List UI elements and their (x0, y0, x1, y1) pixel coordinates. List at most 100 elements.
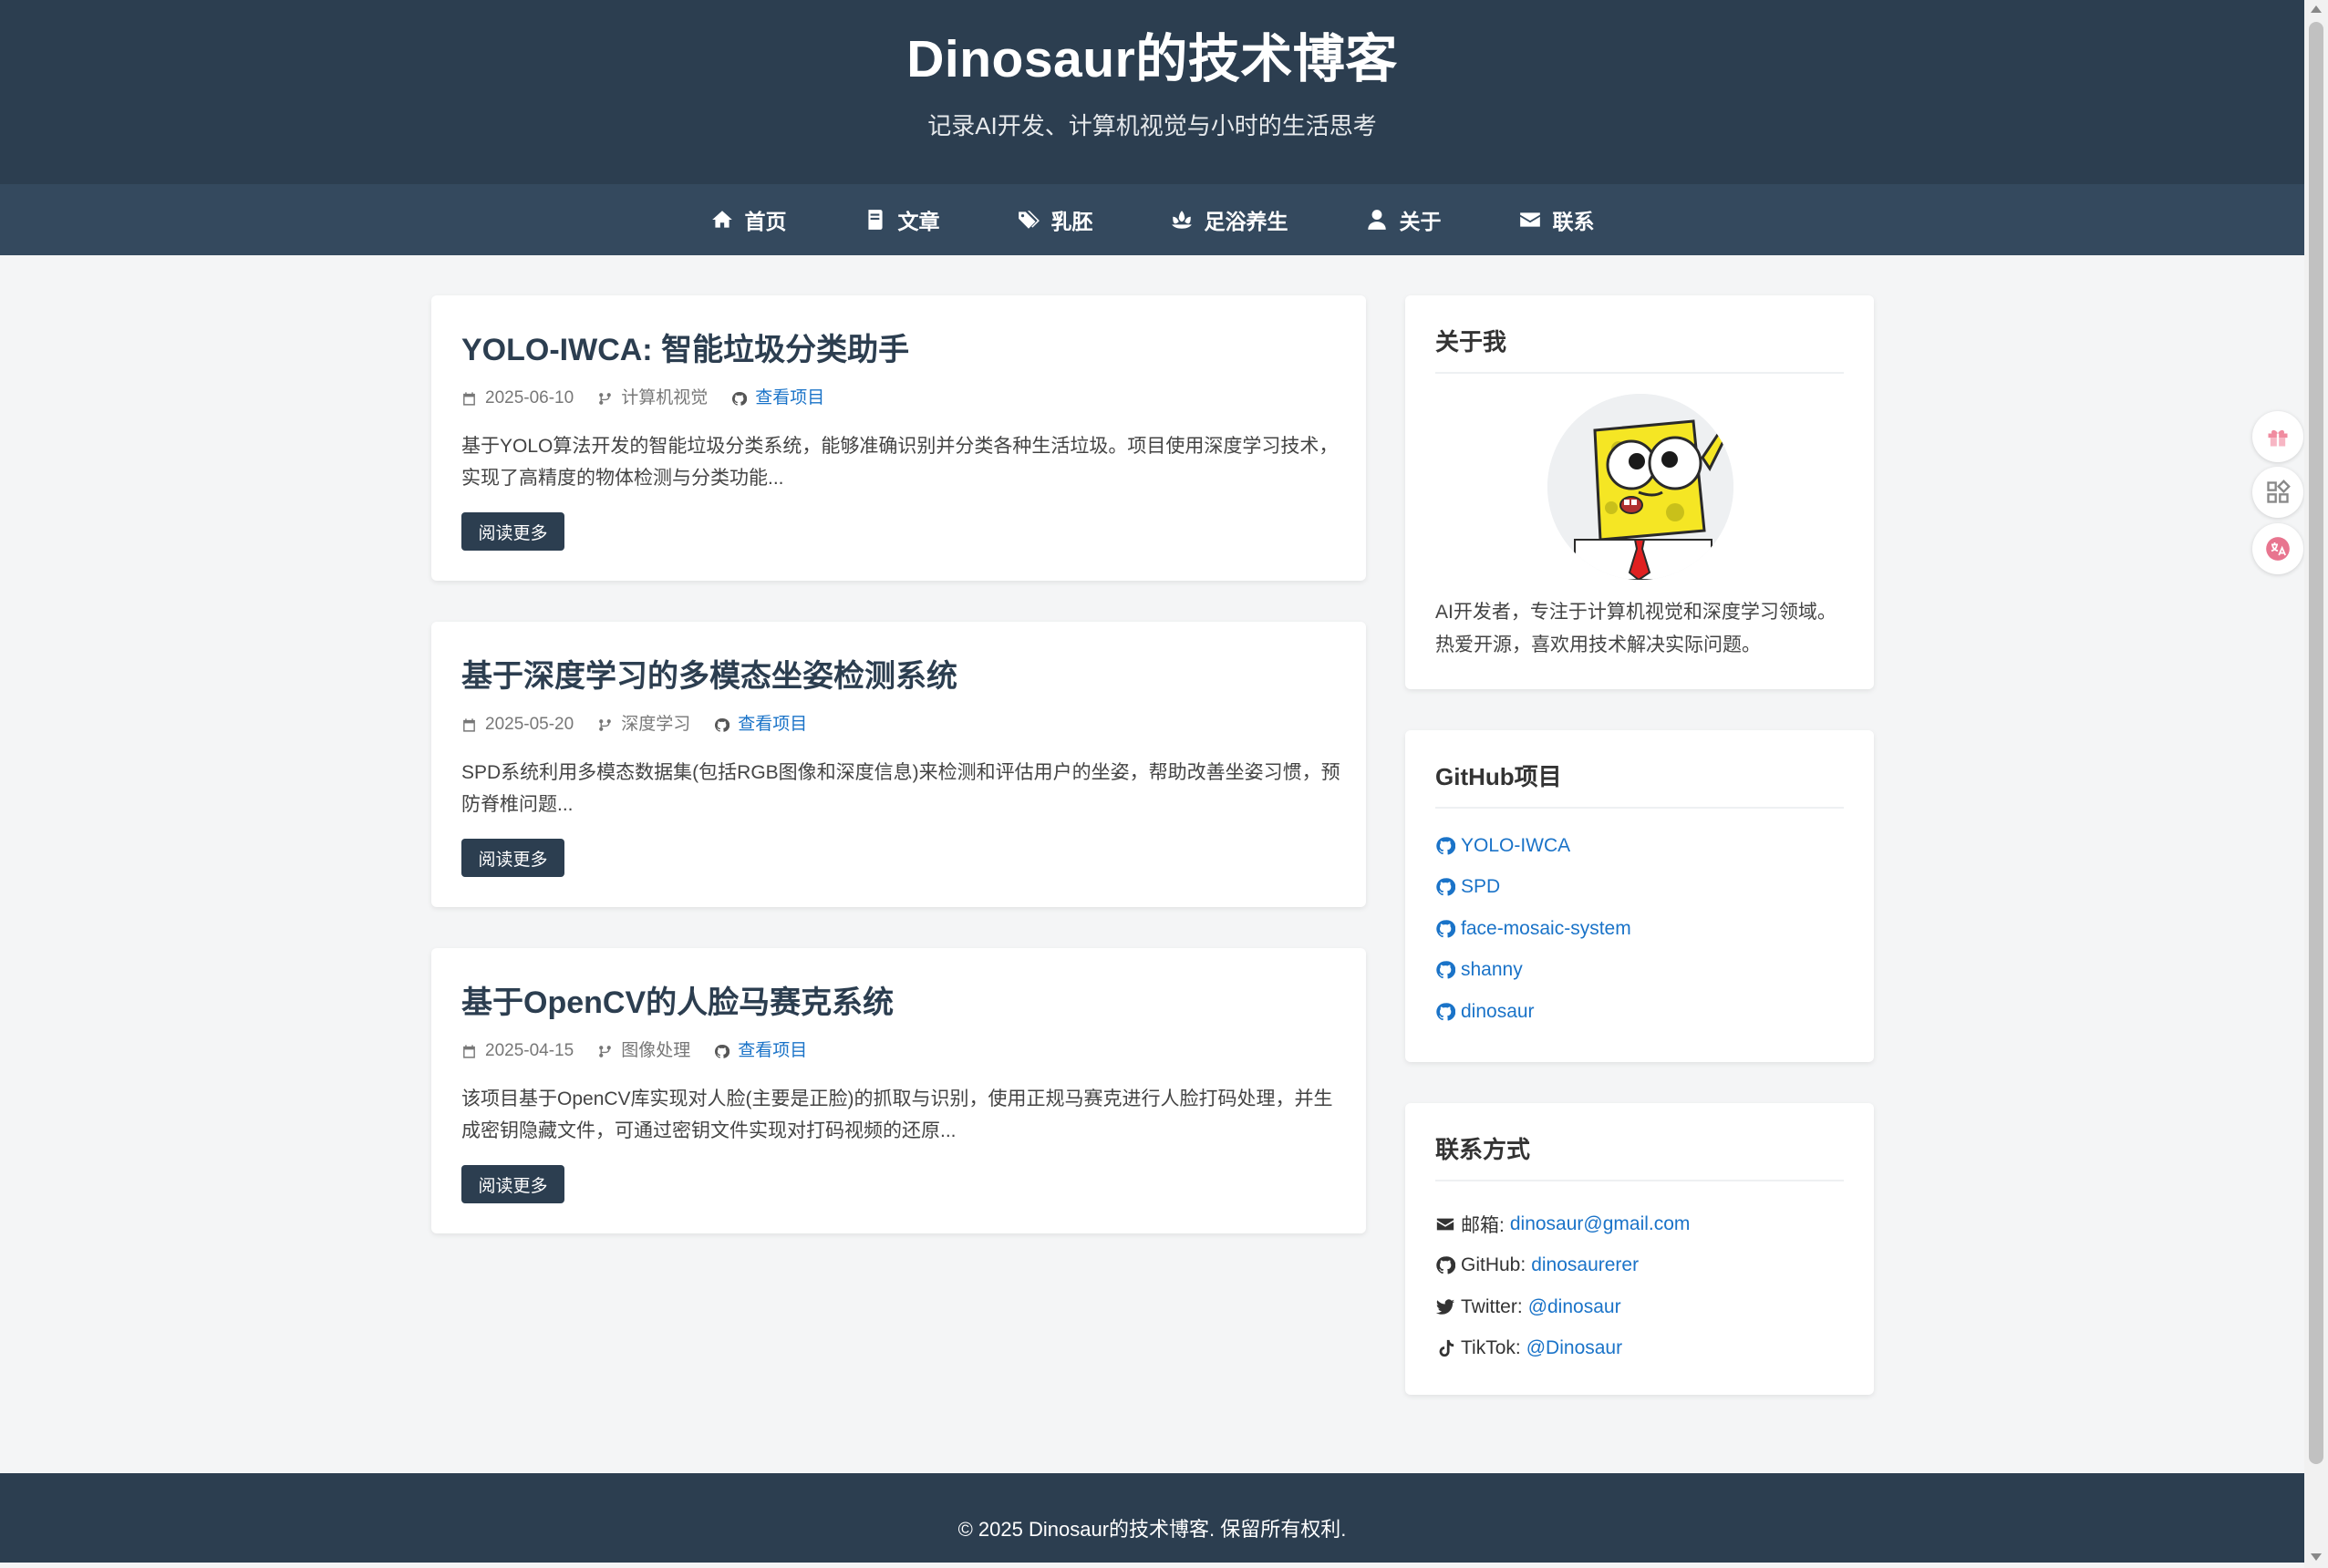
calendar-icon (461, 391, 477, 407)
github-projects-title: GitHub项目 (1435, 761, 1844, 809)
lotus-icon (1170, 208, 1194, 232)
contact-twitter-link[interactable]: @dinosaur (1528, 1296, 1621, 1318)
repo-name: face-mosaic-system (1461, 917, 1631, 939)
post-title[interactable]: YOLO-IWCA: 智能垃圾分类助手 (461, 330, 909, 370)
nav-item-about[interactable]: 关于 (1365, 204, 1442, 235)
nav-item-contact[interactable]: 联系 (1518, 204, 1595, 235)
view-project-link[interactable]: 查看项目 (714, 1039, 807, 1063)
view-project-link[interactable]: 查看项目 (731, 387, 824, 410)
repo-link[interactable]: face-mosaic-system (1435, 908, 1631, 950)
avatar (1547, 394, 1733, 580)
post-card: 基于深度学习的多模态坐姿检测系统 2025-05-20 深度学习 查看项目 SP… (431, 622, 1366, 907)
post-date-text: 2025-06-10 (485, 388, 574, 407)
read-more-button[interactable]: 阅读更多 (461, 1165, 564, 1203)
contact-github-link[interactable]: dinosaurerer (1531, 1254, 1639, 1276)
site-title[interactable]: Dinosaur的技术博客 (0, 27, 2304, 91)
nav-item-label: 首页 (744, 210, 787, 233)
contact-title: 联系方式 (1435, 1134, 1844, 1181)
repo-link[interactable]: shanny (1435, 950, 1631, 992)
nav-item-tags[interactable]: 乳胚 (1017, 204, 1093, 235)
repo-name: shanny (1461, 959, 1523, 981)
contact-twitter: Twitter: @dinosaur (1435, 1286, 1690, 1328)
user-icon (1365, 208, 1389, 232)
github-icon (731, 391, 747, 407)
post-date-text: 2025-05-20 (485, 715, 574, 734)
view-project-label: 查看项目 (738, 715, 808, 734)
view-project-link[interactable]: 查看项目 (714, 713, 807, 737)
contact-label: 邮箱: (1461, 1214, 1505, 1236)
post-date-text: 2025-04-15 (485, 1041, 574, 1060)
post-date: 2025-04-15 (461, 1039, 574, 1063)
main-nav: 首页 文章 乳胚 足浴养生 关于 联系 (0, 184, 2304, 255)
avatar-image (1547, 394, 1733, 580)
repo-link[interactable]: SPD (1435, 867, 1631, 909)
tiktok-icon (1435, 1338, 1455, 1358)
site-footer: © 2025 Dinosaur的技术博客. 保留所有权利. (0, 1473, 2304, 1563)
post-category: 图像处理 (597, 1039, 690, 1063)
scroll-down-arrow[interactable] (2311, 1553, 2322, 1561)
nav-item-label: 乳胚 (1050, 210, 1093, 233)
post-excerpt: 基于YOLO算法开发的智能垃圾分类系统，能够准确识别并分类各种生活垃圾。项目使用… (461, 436, 1339, 489)
contact-card: 联系方式 邮箱: dinosaur@gmail.com GitHub: dino… (1405, 1103, 1874, 1395)
branch-icon (597, 1044, 613, 1059)
github-icon (1435, 836, 1455, 856)
read-more-button[interactable]: 阅读更多 (461, 512, 564, 551)
nav-item-home[interactable]: 首页 (710, 204, 787, 235)
nav-item-label: 关于 (1399, 210, 1442, 233)
nav-item-wellness[interactable]: 足浴养生 (1170, 204, 1288, 235)
post-category-text: 计算机视觉 (621, 388, 709, 407)
nav-item-articles[interactable]: 文章 (864, 204, 940, 235)
post-card: 基于OpenCV的人脸马赛克系统 2025-04-15 图像处理 查看项目 该项… (431, 948, 1366, 1233)
gift-icon (2268, 429, 2288, 447)
read-more-button[interactable]: 阅读更多 (461, 839, 564, 877)
calendar-icon (461, 1044, 477, 1059)
github-icon (1435, 877, 1455, 897)
github-icon (1435, 919, 1455, 939)
post-category-text: 图像处理 (621, 1041, 691, 1060)
about-text: AI开发者，专注于计算机视觉和深度学习领域。热爱开源，喜欢用技术解决实际问题。 (1435, 602, 1837, 655)
repo-name: SPD (1461, 876, 1501, 898)
post-category: 计算机视觉 (597, 387, 708, 410)
nav-item-label: 联系 (1552, 210, 1595, 233)
about-title: 关于我 (1435, 326, 1844, 374)
post-meta: 2025-04-15 图像处理 查看项目 (461, 1039, 831, 1063)
post-excerpt: 该项目基于OpenCV库实现对人脸(主要是正脸)的抓取与识别，使用正规马赛克进行… (461, 1088, 1333, 1141)
post-title[interactable]: 基于OpenCV的人脸马赛克系统 (461, 983, 894, 1023)
github-icon (1435, 1002, 1455, 1022)
contact-email-link[interactable]: dinosaur@gmail.com (1510, 1213, 1691, 1235)
book-icon (864, 208, 887, 232)
post-category-text: 深度学习 (621, 715, 691, 734)
repo-name: YOLO-IWCA (1461, 834, 1571, 856)
repo-name: dinosaur (1461, 1000, 1535, 1022)
gift-button[interactable] (2252, 411, 2303, 462)
nav-item-label: 文章 (897, 210, 940, 233)
contact-email: 邮箱: dinosaur@gmail.com (1435, 1203, 1690, 1245)
github-icon (1435, 1255, 1455, 1275)
site-subtitle: 记录AI开发、计算机视觉与小时的生活思考 (927, 112, 1377, 139)
contact-label: TikTok: (1461, 1337, 1521, 1359)
contact-list: 邮箱: dinosaur@gmail.com GitHub: dinosaure… (1435, 1203, 1690, 1369)
repo-link[interactable]: dinosaur (1435, 991, 1631, 1033)
contact-github: GitHub: dinosaurerer (1435, 1245, 1690, 1287)
view-project-label: 查看项目 (755, 388, 825, 407)
site-header: Dinosaur的技术博客 记录AI开发、计算机视觉与小时的生活思考 (0, 0, 2304, 184)
page-scrollbar[interactable] (2304, 0, 2328, 1568)
home-icon (710, 208, 734, 232)
repo-link[interactable]: YOLO-IWCA (1435, 825, 1631, 867)
post-title[interactable]: 基于深度学习的多模态坐姿检测系统 (461, 656, 957, 696)
qr-scan-button[interactable] (2252, 467, 2303, 518)
post-date: 2025-05-20 (461, 713, 574, 737)
calendar-icon (461, 717, 477, 733)
scroll-up-arrow[interactable] (2311, 5, 2322, 13)
post-card: YOLO-IWCA: 智能垃圾分类助手 2025-06-10 计算机视觉 查看项… (431, 295, 1366, 581)
twitter-icon (1435, 1297, 1455, 1317)
contact-tiktok-link[interactable]: @Dinosaur (1526, 1337, 1622, 1359)
contact-tiktok: TikTok: @Dinosaur (1435, 1328, 1690, 1370)
tags-icon (1017, 208, 1040, 232)
translate-button[interactable] (2252, 523, 2303, 574)
scroll-thumb[interactable] (2309, 22, 2323, 1464)
post-date: 2025-06-10 (461, 387, 574, 410)
post-meta: 2025-05-20 深度学习 查看项目 (461, 713, 831, 737)
github-icon (1435, 960, 1455, 980)
github-icon (714, 1044, 729, 1059)
